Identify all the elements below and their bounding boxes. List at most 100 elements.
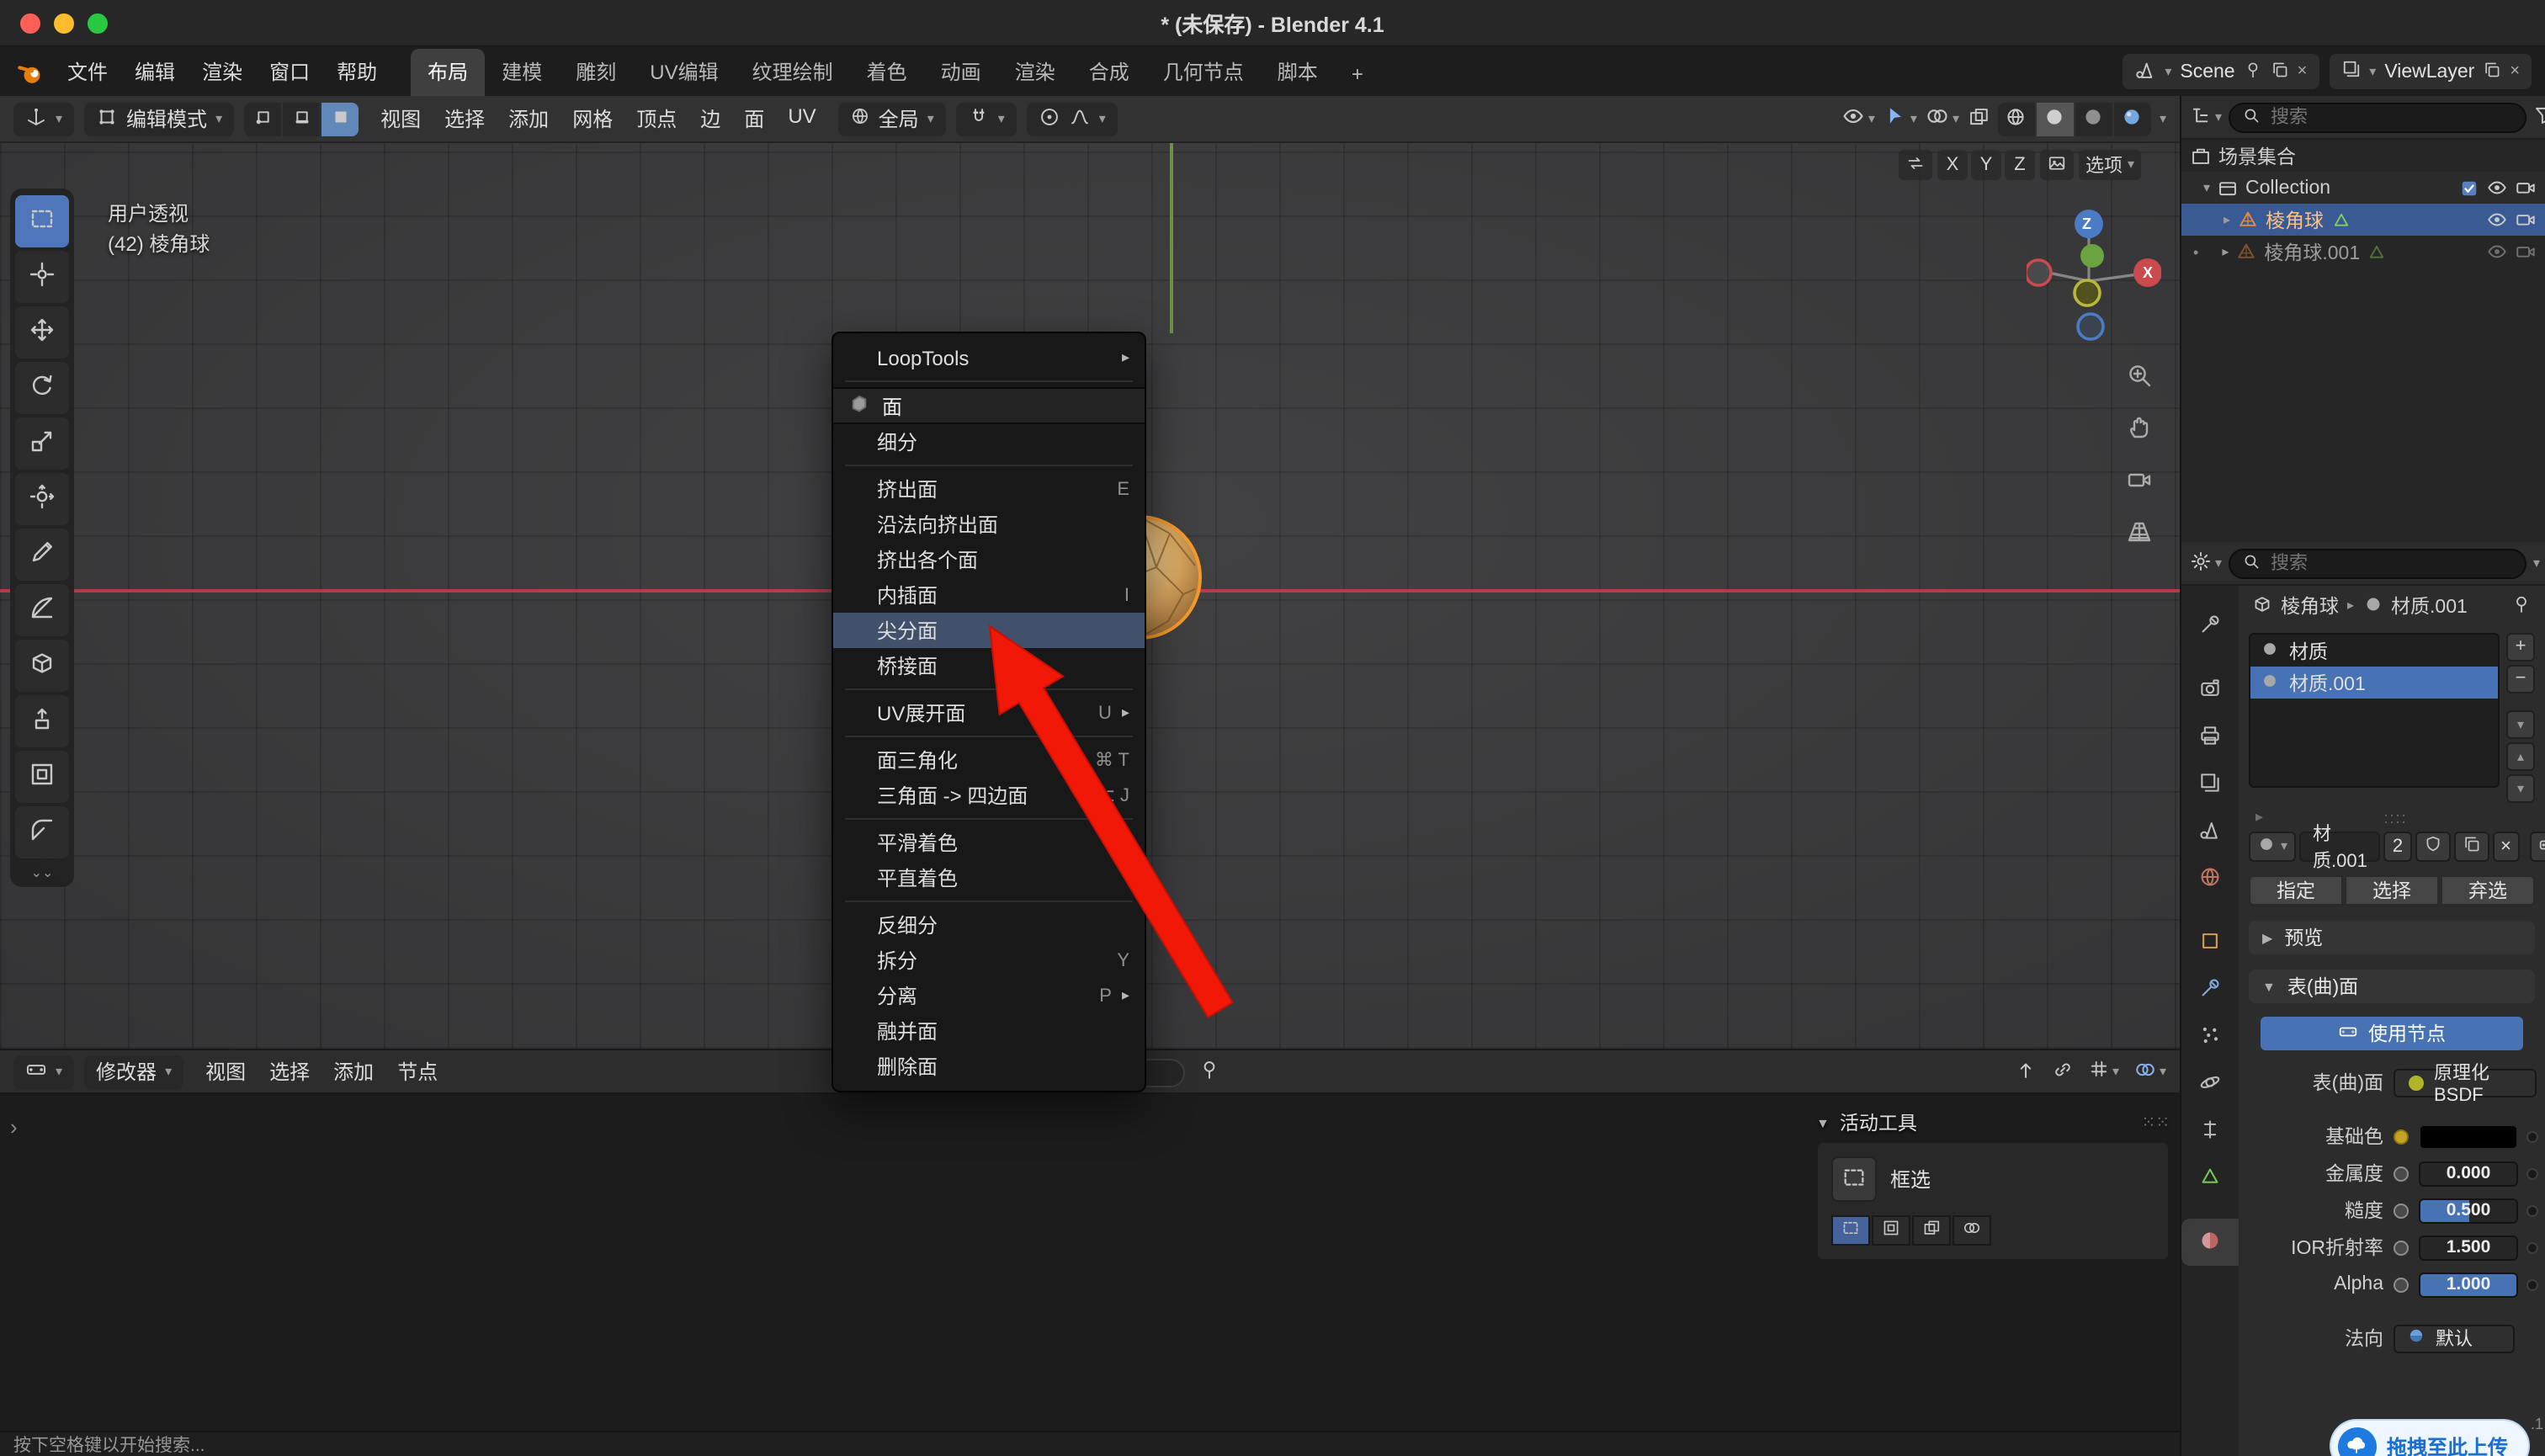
pin-icon[interactable] (1198, 1059, 1220, 1086)
overlays-dropdown[interactable]: ▾ (2134, 1058, 2166, 1085)
tool-extrude[interactable] (15, 695, 69, 747)
move-slot-down-button[interactable]: ▾ (2506, 774, 2535, 803)
preview-panel-header[interactable]: ▶ 预览 (2249, 921, 2535, 954)
move-slot-up-button[interactable]: ▴ (2506, 742, 2535, 771)
toolbar-expand-handle[interactable]: ⌄⌄ (31, 862, 54, 880)
chevron-down-icon[interactable]: ▾ (2160, 112, 2166, 125)
upload-overlay-button[interactable]: 拖拽至此上传 (2331, 1421, 2528, 1456)
menu-item-9[interactable]: 尖分面 (833, 613, 1145, 648)
outliner-row-icosphere-001[interactable]: • ▸ 棱角球.001 (2181, 236, 2545, 268)
overlays-dropdown[interactable]: ▾ (1926, 104, 1959, 133)
tool-move[interactable] (15, 306, 69, 359)
workspace-tab-2[interactable]: 雕刻 (559, 49, 633, 96)
active-tool-panel-header[interactable]: ▼ 活动工具 ⁙⁙ (1816, 1108, 2170, 1138)
pin-icon[interactable] (2244, 60, 2262, 83)
properties-tab-modifiers[interactable] (2181, 966, 2239, 1013)
menu-item-10[interactable]: 桥接面 (833, 648, 1145, 683)
menu-item-21[interactable]: 拆分Y (833, 943, 1145, 978)
node-editor-menu-3[interactable]: 节点 (385, 1057, 449, 1086)
transform-orientation-selector[interactable]: 全局 ▾ (838, 102, 946, 136)
resize-grip-icon[interactable]: :::: (2384, 809, 2408, 826)
shading-rendered-button[interactable] (2114, 102, 2151, 136)
outliner-search[interactable] (2229, 102, 2526, 132)
properties-tab-view-layer[interactable] (2181, 761, 2239, 808)
copy-icon[interactable] (2483, 60, 2501, 83)
tool-inset[interactable] (15, 751, 69, 803)
slot-action-2[interactable]: 弃选 (2441, 875, 2535, 906)
chevron-down-icon[interactable]: ▾ (2533, 556, 2540, 570)
remove-icon[interactable]: × (2510, 63, 2520, 80)
menu-item-12[interactable]: UV展开面U▸ (833, 695, 1145, 731)
mirror-axis-y-button[interactable]: Y (1971, 150, 2001, 180)
viewport-menu-0[interactable]: 视图 (369, 104, 433, 133)
camera-icon[interactable] (2515, 241, 2537, 263)
use-nodes-button[interactable]: 使用节点 (2261, 1017, 2523, 1050)
unlink-icon[interactable]: × (2298, 63, 2308, 80)
filter-icon[interactable] (2533, 104, 2545, 130)
properties-tab-particles[interactable] (2181, 1013, 2239, 1060)
viewport-menu-7[interactable]: UV (776, 104, 827, 133)
select-extend-button[interactable] (1872, 1215, 1910, 1246)
node-tree-button[interactable]: ▾ (2530, 832, 2545, 862)
node-editor-menu-2[interactable]: 添加 (321, 1057, 385, 1086)
proportional-edit-toggle[interactable]: ▾ (1027, 102, 1118, 136)
shader-selector-button[interactable]: 原理化BSDF (2394, 1068, 2537, 1097)
tool-cursor[interactable] (15, 251, 69, 303)
workspace-tab-0[interactable]: 布局 (411, 49, 485, 96)
tool-add-cube[interactable] (15, 640, 69, 692)
value-slider[interactable]: 1.500 (2419, 1235, 2518, 1260)
viewport-menu-4[interactable]: 顶点 (624, 104, 688, 133)
breadcrumb-material[interactable]: 材质.001 (2391, 592, 2468, 619)
link-icon[interactable] (2052, 1058, 2074, 1085)
viewport-menu-5[interactable]: 边 (688, 104, 732, 133)
workspace-tab-3[interactable]: UV编辑 (633, 49, 735, 96)
gizmo-x-label[interactable]: X (2143, 264, 2153, 281)
outliner-search-input[interactable] (2267, 105, 2513, 129)
value-slider[interactable]: 0.500 (2419, 1198, 2518, 1223)
animate-decorator[interactable] (2528, 1280, 2537, 1289)
value-slider[interactable]: 0.000 (2419, 1161, 2518, 1186)
unlink-material-button[interactable]: × (2492, 832, 2520, 862)
menu-item-24[interactable]: 删除面 (833, 1049, 1145, 1084)
menu-item-15[interactable]: 三角面 -> 四边面⌥ J (833, 778, 1145, 813)
viewport-menu-3[interactable]: 网格 (561, 104, 624, 133)
camera-icon[interactable] (2515, 177, 2537, 199)
material-name-field[interactable]: 材质.001 (2299, 832, 2381, 862)
parent-arrow-icon[interactable] (2015, 1058, 2037, 1085)
properties-tab-scene[interactable] (2181, 808, 2239, 855)
add-slot-button[interactable]: + (2506, 633, 2535, 662)
shading-solid-button[interactable] (2037, 102, 2074, 136)
snap-toggle[interactable]: ▾ (956, 102, 1017, 136)
mirror-axis-x-button[interactable]: X (1937, 150, 1968, 180)
outliner-row-scene-collection[interactable]: 场景集合 (2181, 140, 2545, 172)
topbar-menu-1[interactable]: 编辑 (121, 52, 189, 91)
snap-target-icon[interactable] (2040, 150, 2074, 180)
users-count-button[interactable]: 2 (2384, 832, 2411, 862)
tool-annotate[interactable] (15, 529, 69, 581)
copy-material-button[interactable] (2453, 832, 2489, 862)
slot-action-0[interactable]: 指定 (2249, 875, 2343, 906)
tool-scale[interactable] (15, 417, 69, 470)
mode-selector[interactable]: 编辑模式 ▾ (84, 102, 234, 136)
properties-tab-output[interactable] (2181, 714, 2239, 761)
tool-transform[interactable] (15, 473, 69, 525)
navigation-gizmo[interactable] (2027, 207, 2161, 342)
topbar-menu-0[interactable]: 文件 (54, 52, 121, 91)
scene-selector[interactable]: ▾ Scene × (2123, 54, 2319, 89)
workspace-tab-1[interactable]: 建模 (485, 49, 559, 96)
perspective-grid-icon[interactable] (2117, 510, 2161, 554)
editor-type-selector[interactable]: ▾ (13, 102, 74, 136)
expand-arrow-icon[interactable]: ▾ (2203, 181, 2210, 194)
base-color-swatch[interactable] (2419, 1124, 2518, 1149)
properties-tab-render[interactable] (2181, 667, 2239, 714)
pin-icon[interactable] (2511, 593, 2532, 619)
properties-tab-world[interactable] (2181, 855, 2239, 902)
gizmos-dropdown[interactable]: ▾ (1884, 104, 1917, 133)
material-slot-1[interactable]: 材质.001 (2250, 667, 2498, 699)
camera-icon[interactable] (2515, 209, 2537, 231)
menu-item-6[interactable]: 沿法向挤出面 (833, 507, 1145, 542)
menu-item-0[interactable]: LoopTools▸ (833, 340, 1145, 375)
workspace-tab-6[interactable]: 动画 (924, 49, 998, 96)
menu-item-17[interactable]: 平滑着色 (833, 825, 1145, 860)
editor-type-selector[interactable]: ▾ (13, 1055, 74, 1088)
